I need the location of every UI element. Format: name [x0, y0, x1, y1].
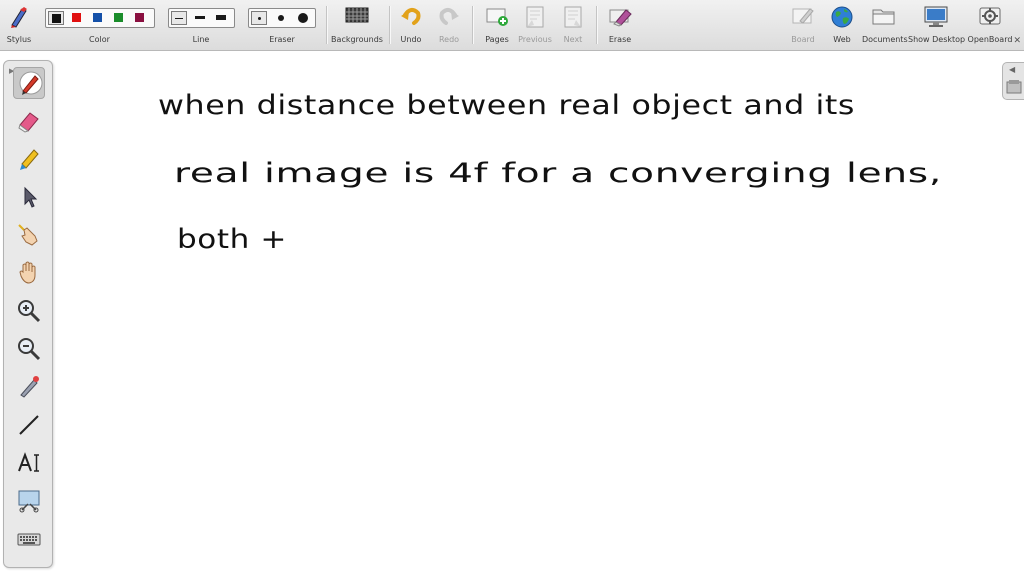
openboard-window: Stylus Color Line Eraser Backgrounds Und…	[0, 0, 1024, 576]
handwriting-layer: when distance between real object and it…	[158, 90, 942, 255]
handwritten-line-3: both +	[177, 224, 287, 255]
handwritten-line-2: real image is 4f for a converging lens,	[174, 158, 942, 189]
handwritten-line-1: when distance between real object and it…	[158, 90, 855, 121]
